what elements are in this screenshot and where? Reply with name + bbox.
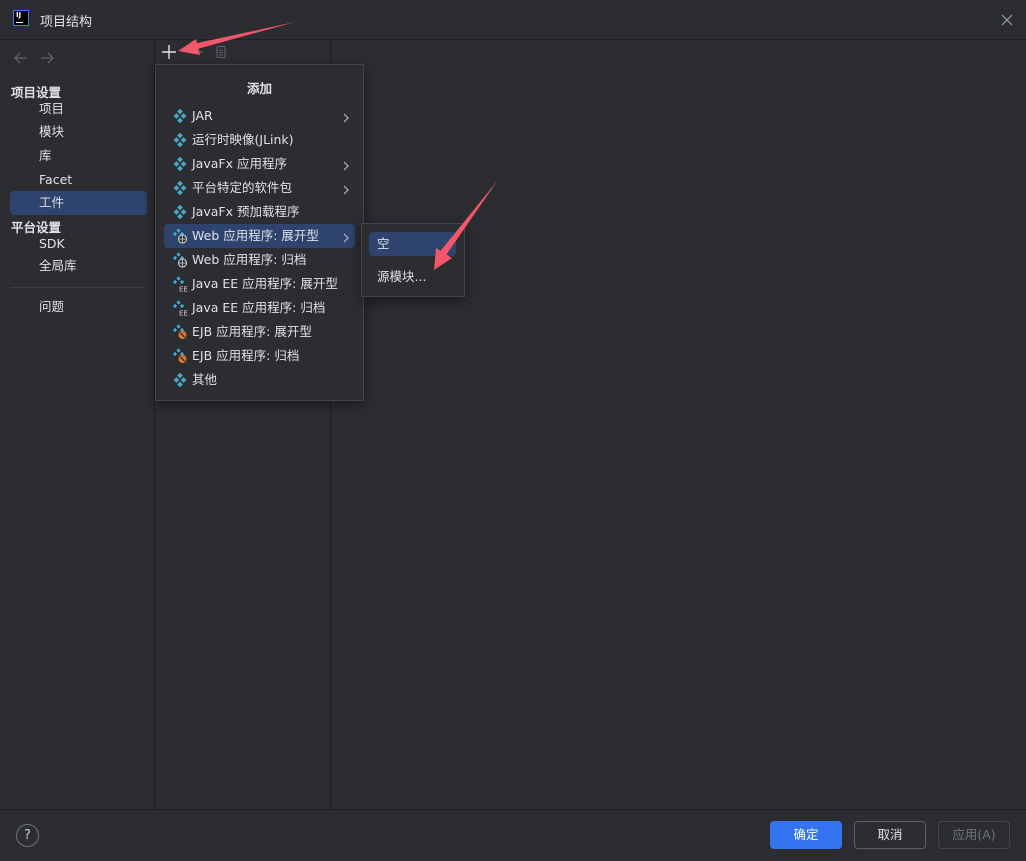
menu-item-web-archive[interactable]: Web 应用程序: 归档 (164, 248, 355, 272)
copy-icon[interactable] (213, 44, 229, 60)
menu-item-label: JAR (192, 108, 213, 123)
menu-item-javafx-preloader[interactable]: JavaFx 预加载程序 (164, 200, 355, 224)
javaee-artifact-icon: EE (172, 276, 188, 294)
apply-button[interactable]: 应用(A) (938, 821, 1010, 849)
sidebar-item-project[interactable]: 项目 (10, 97, 147, 121)
menu-item-label: Java EE 应用程序: 展开型 (192, 276, 338, 291)
menu-item-web-exploded[interactable]: Web 应用程序: 展开型 (164, 224, 355, 248)
ok-button[interactable]: 确定 (770, 821, 842, 849)
diamond-artifact-icon (172, 108, 188, 124)
diamond-artifact-icon (172, 156, 188, 172)
window-title: 项目结构 (40, 15, 93, 30)
menu-item-label: 运行时映像(JLink) (192, 132, 294, 147)
artifact-details-panel (331, 41, 1026, 809)
sidebar-item-artifacts[interactable]: 工件 (10, 191, 147, 215)
submenu-item-from-modules[interactable]: 源模块... (369, 265, 456, 289)
menu-item-label: Java EE 应用程序: 归档 (192, 300, 326, 315)
forward-arrow-icon[interactable] (38, 50, 56, 66)
menu-item-label: JavaFx 应用程序 (192, 156, 287, 171)
menu-item-label: EJB 应用程序: 归档 (192, 348, 300, 363)
web-artifact-icon (172, 252, 188, 268)
menu-item-label: 其他 (192, 372, 218, 387)
sidebar-divider (10, 287, 145, 288)
submenu-item-empty[interactable]: 空 (369, 232, 456, 256)
menu-item-label: Web 应用程序: 归档 (192, 252, 307, 267)
diamond-artifact-icon (172, 132, 188, 148)
help-button[interactable]: ? (16, 824, 39, 847)
menu-item-label: Web 应用程序: 展开型 (192, 228, 319, 243)
menu-item-label: EJB 应用程序: 展开型 (192, 324, 312, 339)
chevron-right-icon (342, 159, 350, 171)
close-icon[interactable] (997, 10, 1017, 30)
menu-item-other[interactable]: 其他 (164, 368, 355, 392)
menu-item-label: JavaFx 预加载程序 (192, 204, 300, 219)
sidebar-item-sdk[interactable]: SDK (10, 232, 147, 256)
menu-item-javafx-app[interactable]: JavaFx 应用程序 (164, 152, 355, 176)
svg-text:EE: EE (179, 310, 188, 317)
remove-icon[interactable] (190, 43, 206, 61)
menu-item-label: 平台特定的软件包 (192, 180, 293, 195)
sidebar-item-global-libraries[interactable]: 全局库 (10, 254, 147, 278)
sidebar-item-facets[interactable]: Facet (10, 168, 147, 192)
ejb-artifact-icon (172, 348, 188, 364)
chevron-right-icon (342, 183, 350, 195)
chevron-right-icon (342, 231, 350, 243)
menu-item-jar[interactable]: JAR (164, 104, 355, 128)
sidebar-item-problems[interactable]: 问题 (10, 295, 147, 319)
cancel-button[interactable]: 取消 (854, 821, 926, 849)
menu-item-runtime-image[interactable]: 运行时映像(JLink) (164, 128, 355, 152)
sidebar-item-libraries[interactable]: 库 (10, 144, 147, 168)
back-arrow-icon[interactable] (12, 50, 30, 66)
web-artifact-icon (172, 228, 188, 244)
diamond-artifact-icon (172, 372, 188, 388)
add-icon[interactable] (160, 43, 178, 61)
app-logo-icon: IJ (13, 10, 29, 26)
menu-item-ejb-archive[interactable]: EJB 应用程序: 归档 (164, 344, 355, 368)
title-bar (0, 0, 1026, 40)
diamond-artifact-icon (172, 180, 188, 196)
menu-item-javaee-archive[interactable]: EE Java EE 应用程序: 归档 (164, 296, 355, 320)
menu-item-platform-package[interactable]: 平台特定的软件包 (164, 176, 355, 200)
sidebar-item-modules[interactable]: 模块 (10, 120, 147, 144)
menu-item-ejb-exploded[interactable]: EJB 应用程序: 展开型 (164, 320, 355, 344)
menu-item-javaee-exploded[interactable]: EE Java EE 应用程序: 展开型 (164, 272, 355, 296)
chevron-right-icon (342, 111, 350, 123)
diamond-artifact-icon (172, 204, 188, 220)
ejb-artifact-icon (172, 324, 188, 340)
popup-title: 添加 (246, 81, 272, 96)
svg-text:EE: EE (179, 286, 188, 293)
javaee-artifact-icon: EE (172, 300, 188, 318)
